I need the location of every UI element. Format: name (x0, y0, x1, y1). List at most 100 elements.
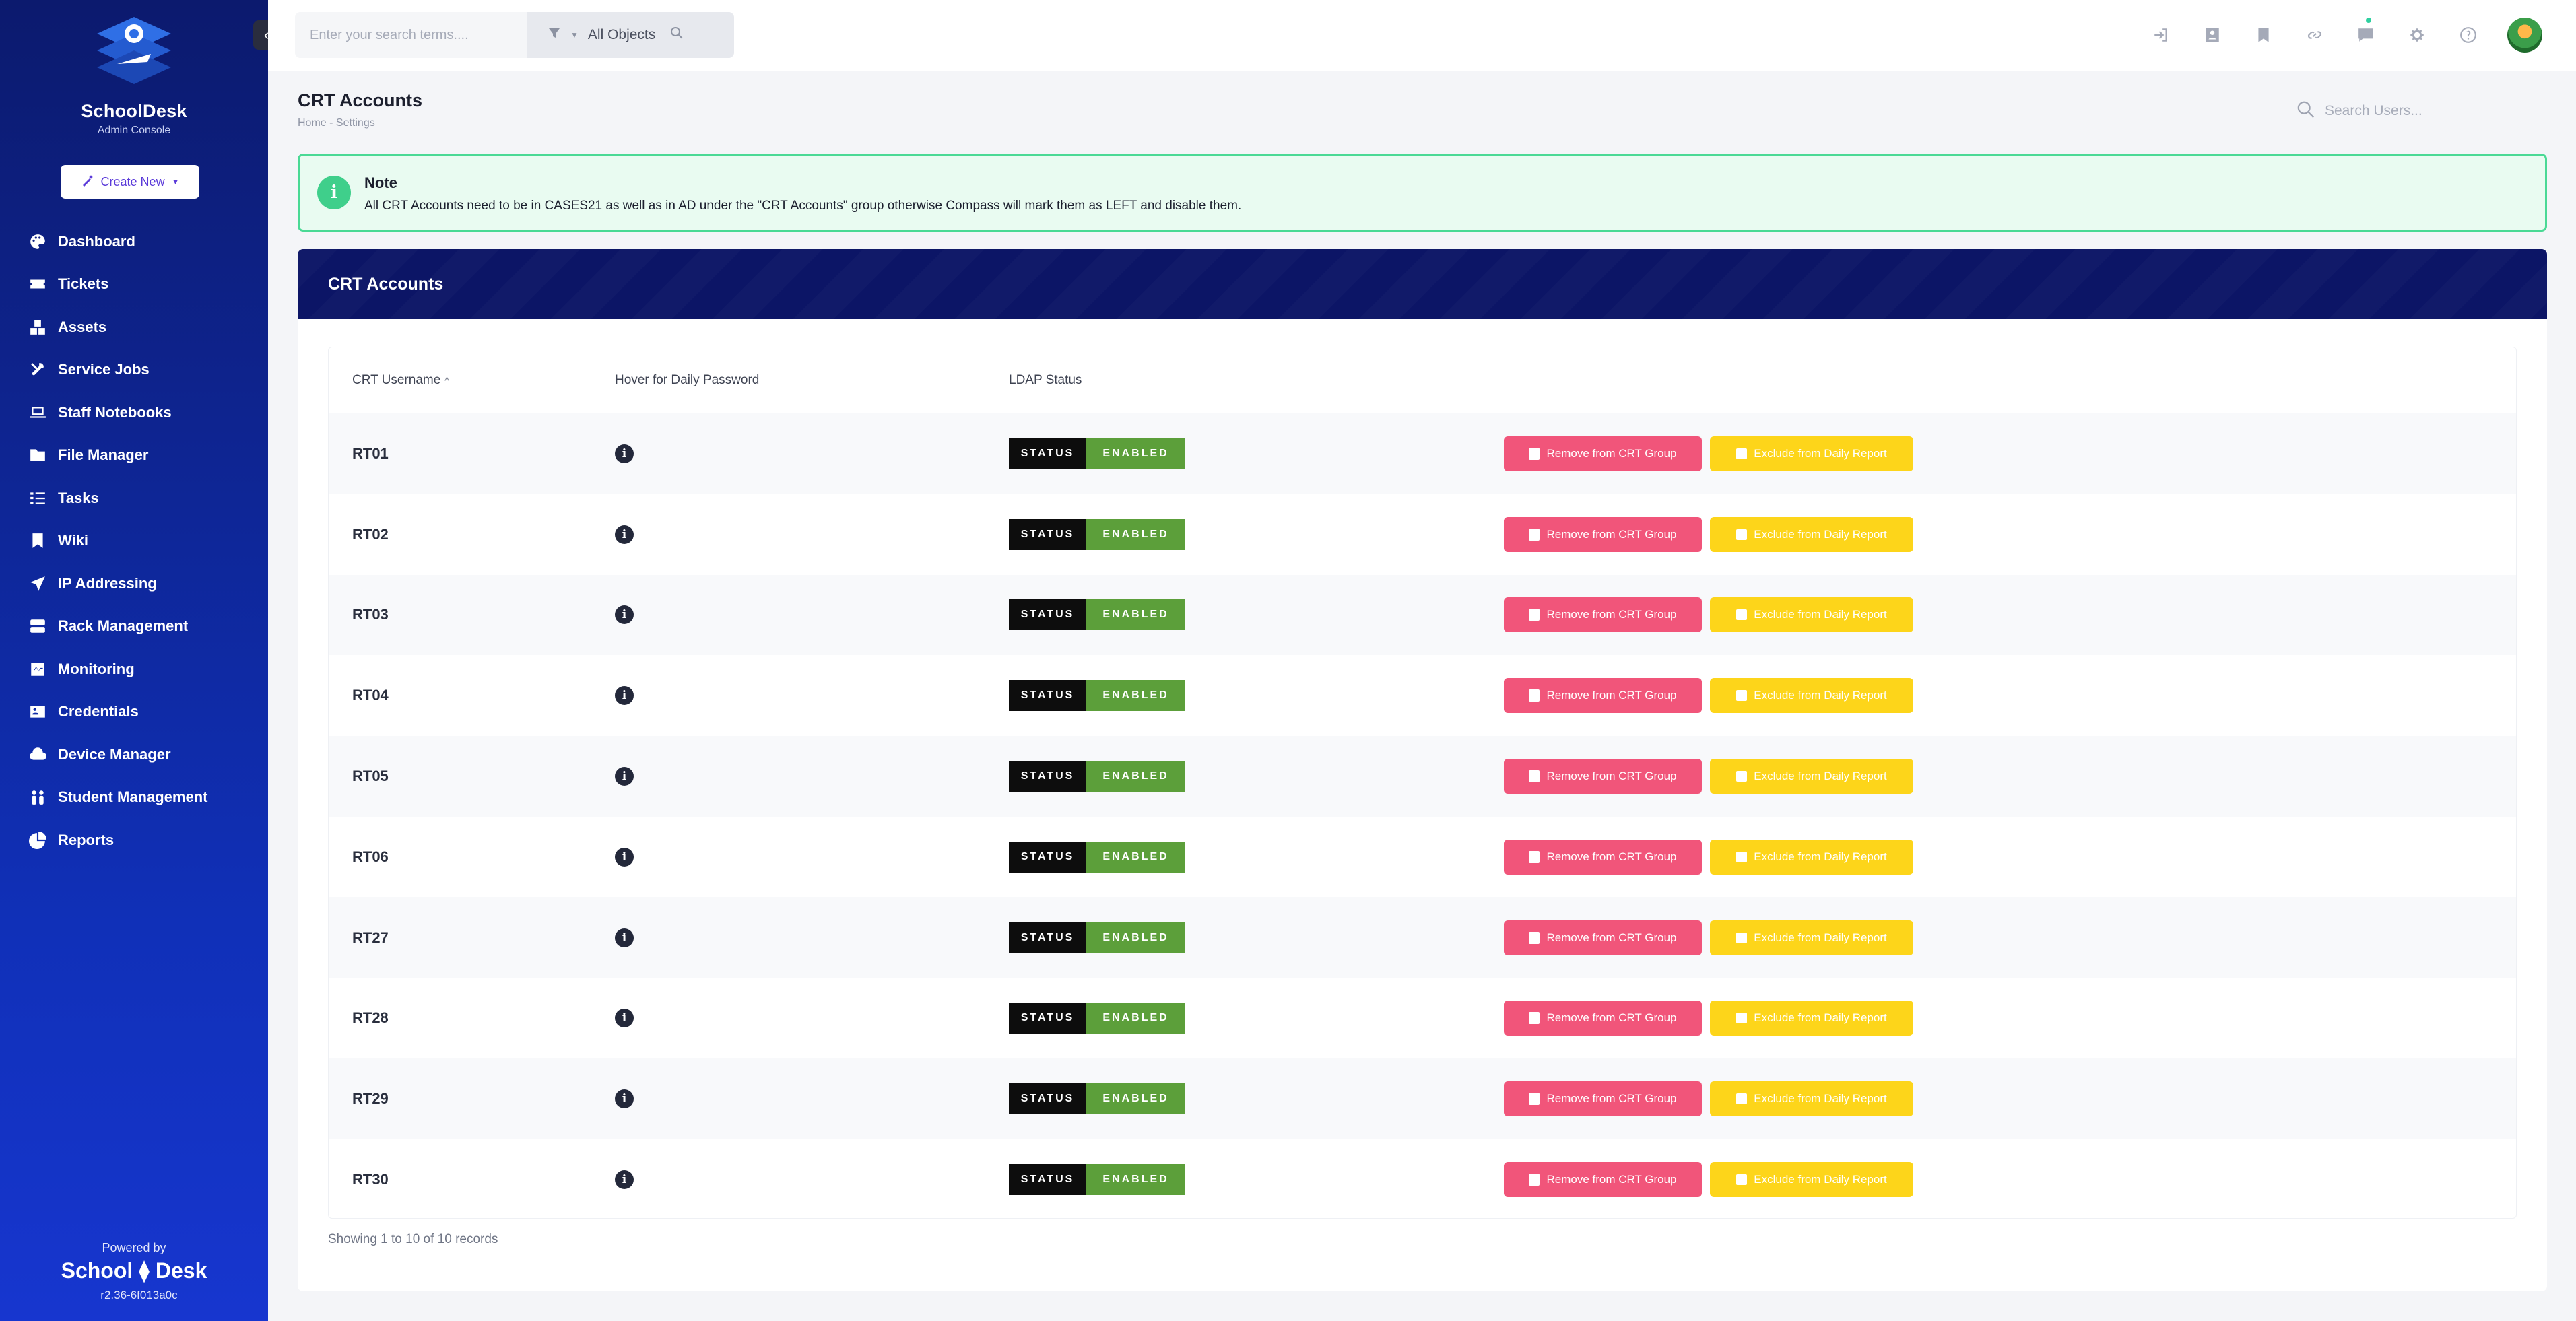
sidebar-item-label: Dashboard (58, 232, 135, 250)
exclude-from-daily-report-button[interactable]: Exclude from Daily Report (1710, 920, 1913, 955)
status-label: STATUS (1009, 518, 1086, 550)
remove-from-crt-group-button[interactable]: Remove from CRT Group (1504, 516, 1702, 552)
sidebar-item-label: Wiki (58, 532, 89, 549)
remove-from-crt-group-button[interactable]: Remove from CRT Group (1504, 839, 1702, 875)
sidebar-item-credentials[interactable]: Credentials (0, 691, 268, 734)
palette-icon (28, 232, 47, 251)
button-label: Remove from CRT Group (1546, 1092, 1677, 1106)
sidebar-item-dashboard[interactable]: Dashboard (0, 220, 268, 263)
table-row: RT29 i STATUS ENABLED Remove from CRT Gro… (329, 1058, 2516, 1140)
exclude-from-daily-report-button[interactable]: Exclude from Daily Report (1710, 597, 1913, 633)
remove-from-crt-group-button[interactable]: Remove from CRT Group (1504, 597, 1702, 633)
info-icon[interactable]: i (615, 605, 634, 625)
remove-from-crt-group-button[interactable]: Remove from CRT Group (1504, 1001, 1702, 1036)
link-icon[interactable] (2303, 23, 2327, 47)
remove-from-crt-group-button[interactable]: Remove from CRT Group (1504, 920, 1702, 955)
row-actions: Remove from CRT Group Exclude from Daily… (1504, 1001, 1913, 1036)
remove-from-crt-group-button[interactable]: Remove from CRT Group (1504, 436, 1702, 471)
sidebar-item-device-manager[interactable]: Device Manager (0, 733, 268, 776)
gear-icon[interactable] (2405, 23, 2429, 47)
info-icon[interactable]: i (615, 928, 634, 947)
row-actions: Remove from CRT Group Exclude from Daily… (1504, 839, 1913, 875)
square-icon (1736, 448, 1748, 459)
info-icon[interactable]: i (615, 444, 634, 463)
chat-icon[interactable] (2354, 18, 2378, 47)
sidebar-item-staff-notebooks[interactable]: Staff Notebooks (0, 391, 268, 434)
remove-from-crt-group-button[interactable]: Remove from CRT Group (1504, 759, 1702, 794)
filter-label: All Objects (587, 27, 656, 42)
create-new-button[interactable]: Create New ▼ (61, 165, 199, 199)
sidebar-item-service-jobs[interactable]: Service Jobs (0, 349, 268, 392)
info-icon[interactable]: i (615, 767, 634, 786)
exclude-from-daily-report-button[interactable]: Exclude from Daily Report (1710, 1001, 1913, 1036)
status-label: STATUS (1009, 599, 1086, 631)
search-icon[interactable] (670, 26, 684, 44)
crt-accounts-table: CRT Username ^ Hover for Daily Password L… (328, 347, 2517, 1219)
bookmark-icon[interactable] (2251, 23, 2276, 47)
status-label: STATUS (1009, 438, 1086, 469)
trash-icon (1529, 931, 1540, 944)
version-text: r2.36-6f013a0c (100, 1289, 178, 1301)
exclude-from-daily-report-button[interactable]: Exclude from Daily Report (1710, 436, 1913, 471)
search-users-input[interactable] (2325, 103, 2513, 119)
status-badge: STATUS ENABLED (1009, 1003, 1185, 1034)
info-icon[interactable]: i (615, 847, 634, 867)
exclude-from-daily-report-button[interactable]: Exclude from Daily Report (1710, 839, 1913, 875)
exclude-from-daily-report-button[interactable]: Exclude from Daily Report (1710, 1081, 1913, 1117)
schooldesk-logo-icon[interactable] (90, 13, 178, 88)
help-icon[interactable] (2456, 23, 2480, 47)
info-icon[interactable]: i (615, 686, 634, 706)
status-label: STATUS (1009, 761, 1086, 792)
sidebar-item-wiki[interactable]: Wiki (0, 520, 268, 563)
search-filter-dropdown[interactable]: ▼ All Objects (527, 12, 734, 58)
sidebar-item-rack-management[interactable]: Rack Management (0, 605, 268, 648)
sidebar-item-label: Monitoring (58, 660, 135, 677)
card-title: CRT Accounts (298, 249, 2547, 319)
contact-card-icon[interactable] (2200, 23, 2224, 47)
remove-from-crt-group-button[interactable]: Remove from CRT Group (1504, 678, 1702, 714)
status-value: ENABLED (1086, 599, 1185, 631)
user-avatar[interactable] (2507, 18, 2542, 53)
exclude-from-daily-report-button[interactable]: Exclude from Daily Report (1710, 1162, 1913, 1198)
square-icon (1736, 529, 1748, 540)
exclude-from-daily-report-button[interactable]: Exclude from Daily Report (1710, 516, 1913, 552)
button-label: Remove from CRT Group (1546, 608, 1677, 621)
search-input[interactable] (295, 12, 527, 58)
exclude-from-daily-report-button[interactable]: Exclude from Daily Report (1710, 759, 1913, 794)
sidebar-item-assets[interactable]: Assets (0, 306, 268, 349)
remove-from-crt-group-button[interactable]: Remove from CRT Group (1504, 1162, 1702, 1198)
column-header-ldap-status: LDAP Status (1009, 373, 1082, 387)
status-label: STATUS (1009, 1164, 1086, 1196)
breadcrumb: Home - Settings (298, 117, 375, 129)
status-value: ENABLED (1086, 1083, 1185, 1115)
info-icon[interactable]: i (615, 524, 634, 544)
table-row: RT02 i STATUS ENABLED Remove from CRT Gro… (329, 494, 2516, 575)
crt-username: RT06 (352, 848, 389, 865)
brand-subtitle: Admin Console (97, 125, 171, 136)
sidebar-item-monitoring[interactable]: Monitoring (0, 648, 268, 691)
button-label: Exclude from Daily Report (1754, 1011, 1887, 1025)
button-label: Exclude from Daily Report (1754, 1173, 1887, 1186)
column-header-username[interactable]: CRT Username ^ (352, 373, 449, 388)
sidebar-item-tasks[interactable]: Tasks (0, 477, 268, 520)
sidebar-item-reports[interactable]: Reports (0, 819, 268, 862)
table-row: RT28 i STATUS ENABLED Remove from CRT Gro… (329, 978, 2516, 1059)
sidebar-item-file-manager[interactable]: File Manager (0, 434, 268, 477)
sidebar-item-label: IP Addressing (58, 574, 157, 592)
info-icon[interactable]: i (615, 1170, 634, 1190)
sidebar-item-tickets[interactable]: Tickets (0, 263, 268, 306)
cloud-icon (28, 745, 47, 764)
sign-in-icon[interactable] (2149, 23, 2173, 47)
pie-chart-icon (28, 831, 47, 850)
crt-username: RT02 (352, 525, 389, 543)
sidebar-item-ip-addressing[interactable]: IP Addressing (0, 562, 268, 605)
remove-from-crt-group-button[interactable]: Remove from CRT Group (1504, 1081, 1702, 1117)
info-icon[interactable]: i (615, 1009, 634, 1028)
column-header-label: CRT Username (352, 373, 441, 387)
info-icon[interactable]: i (615, 1089, 634, 1109)
sidebar-item-label: File Manager (58, 446, 149, 464)
exclude-from-daily-report-button[interactable]: Exclude from Daily Report (1710, 678, 1913, 714)
search-icon (2297, 100, 2315, 123)
sidebar-item-student-management[interactable]: Student Management (0, 776, 268, 819)
notification-dot (2366, 18, 2371, 23)
